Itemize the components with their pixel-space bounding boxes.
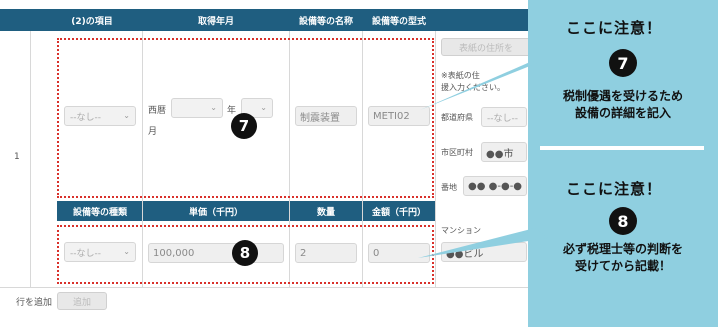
- divider-line: [540, 146, 704, 150]
- callout-8-title: ここに注意！: [566, 180, 663, 198]
- callout-8-line2: 受けてから記載！: [574, 259, 671, 273]
- pointer-7: [420, 60, 545, 110]
- callout-7-line1: 税制優遇を受けるため: [562, 89, 683, 103]
- pointer-8: [418, 228, 548, 258]
- callout-7-number: 7: [609, 49, 637, 77]
- callout-8-text: 必ず税理士等の判断を 受けてから記載！: [538, 241, 708, 275]
- callout-7-line2: 設備の詳細を記入: [574, 106, 671, 120]
- callout-7-text: 税制優遇を受けるため 設備の詳細を記入: [538, 88, 708, 122]
- callout-8-number: 8: [609, 207, 637, 235]
- callout-8-line1: 必ず税理士等の判断を: [562, 242, 683, 256]
- callout-7-title: ここに注意！: [566, 19, 663, 37]
- callout-pointers: [418, 60, 548, 258]
